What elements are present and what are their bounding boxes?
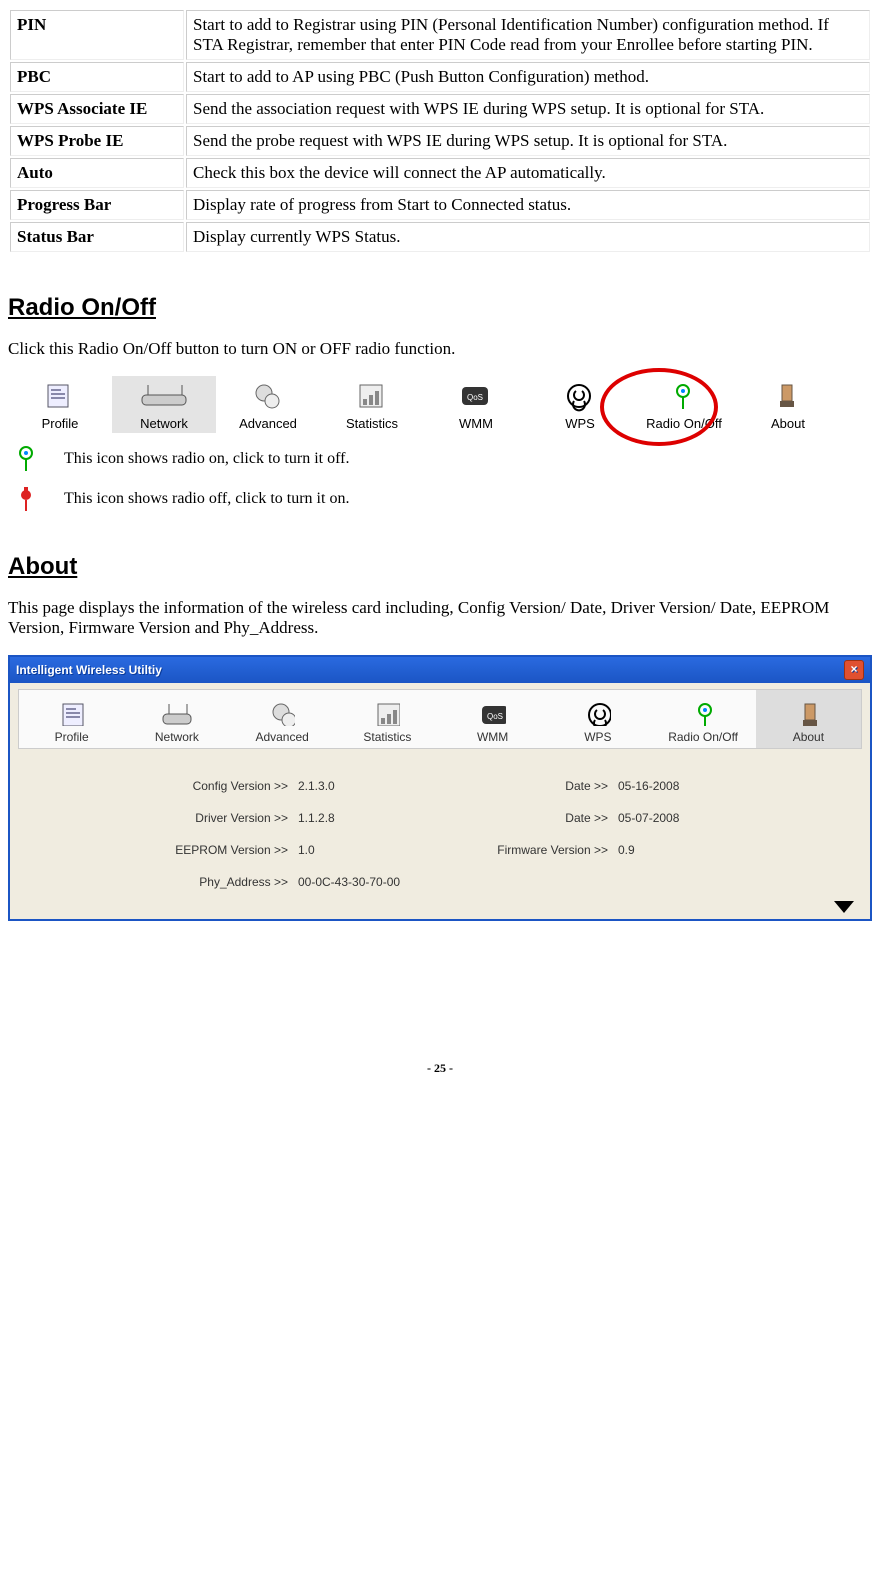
toolbar-item-network[interactable]: Network (112, 376, 216, 433)
about-icon (738, 380, 838, 414)
profile-icon (21, 696, 122, 730)
wps-icon (530, 380, 630, 414)
wmm-icon: QoS (442, 696, 543, 730)
about-label: Date >> (438, 779, 618, 793)
toolbar-item-wps[interactable]: WPS (528, 376, 632, 433)
statistics-icon (337, 696, 438, 730)
tab-statistics[interactable]: Statistics (335, 690, 440, 748)
tab-profile[interactable]: Profile (19, 690, 124, 748)
expand-arrow-icon[interactable] (834, 901, 854, 913)
about-label: Firmware Version >> (438, 843, 618, 857)
wmm-icon: QoS (426, 380, 526, 414)
table-row: WPS Probe IESend the probe request with … (10, 126, 870, 156)
toolbar-item-radio-on-off[interactable]: Radio On/Off (632, 376, 736, 433)
about-toolbar: ProfileNetworkAdvancedStatisticsQoSWMMWP… (18, 689, 862, 749)
about-value: 0.9 (618, 843, 758, 857)
term-cell: PBC (10, 62, 184, 92)
about-intro: This page displays the information of th… (8, 598, 872, 638)
toolbar-item-statistics[interactable]: Statistics (320, 376, 424, 433)
toolbar-item-wmm[interactable]: QoSWMM (424, 376, 528, 433)
network-icon (114, 380, 214, 414)
about-window: Intelligent Wireless Utiltiy × ProfileNe… (8, 655, 872, 921)
term-cell: WPS Probe IE (10, 126, 184, 156)
advanced-icon (218, 380, 318, 414)
radio-off-icon (8, 485, 44, 513)
about-heading: About (8, 553, 872, 581)
about-value: 1.1.2.8 (298, 811, 438, 825)
radio-on-off-icon (634, 380, 734, 414)
term-cell: Progress Bar (10, 190, 184, 220)
about-value: 05-07-2008 (618, 811, 758, 825)
term-cell: WPS Associate IE (10, 94, 184, 124)
table-row: AutoCheck this box the device will conne… (10, 158, 870, 188)
desc-cell: Display currently WPS Status. (186, 222, 870, 252)
page-number: - 25 - (8, 1061, 872, 1076)
svg-text:QoS: QoS (467, 393, 483, 402)
statistics-icon (322, 380, 422, 414)
tab-wmm[interactable]: QoSWMM (440, 690, 545, 748)
table-row: Progress BarDisplay rate of progress fro… (10, 190, 870, 220)
profile-icon (10, 380, 110, 414)
desc-cell: Start to add to AP using PBC (Push Butto… (186, 62, 870, 92)
table-row: Status BarDisplay currently WPS Status. (10, 222, 870, 252)
about-label (438, 875, 618, 889)
toolbar-item-profile[interactable]: Profile (8, 376, 112, 433)
about-label: Date >> (438, 811, 618, 825)
radio-intro: Click this Radio On/Off button to turn O… (8, 339, 872, 359)
svg-text:QoS: QoS (487, 712, 503, 721)
tab-radio-on-off[interactable]: Radio On/Off (651, 690, 756, 748)
window-title: Intelligent Wireless Utiltiy (16, 663, 162, 677)
term-cell: Status Bar (10, 222, 184, 252)
about-label: Driver Version >> (98, 811, 298, 825)
legend-on-text: This icon shows radio on, click to turn … (64, 450, 349, 468)
about-value: 2.1.3.0 (298, 779, 438, 793)
tab-advanced[interactable]: Advanced (230, 690, 335, 748)
desc-cell: Display rate of progress from Start to C… (186, 190, 870, 220)
titlebar: Intelligent Wireless Utiltiy × (10, 657, 870, 683)
about-label: EEPROM Version >> (98, 843, 298, 857)
about-icon (758, 696, 859, 730)
tab-wps[interactable]: WPS (545, 690, 650, 748)
about-value (618, 875, 758, 889)
radio-on-off-icon (653, 696, 754, 730)
radio-toolbar-image: ProfileNetworkAdvancedStatisticsQoSWMMWP… (8, 376, 872, 433)
about-value: 05-16-2008 (618, 779, 758, 793)
tab-about[interactable]: About (756, 690, 861, 748)
close-icon[interactable]: × (844, 660, 864, 680)
toolbar-item-about[interactable]: About (736, 376, 840, 433)
radio-heading: Radio On/Off (8, 294, 872, 322)
desc-cell: Send the association request with WPS IE… (186, 94, 870, 124)
definitions-table: PINStart to add to Registrar using PIN (… (8, 8, 872, 254)
table-row: WPS Associate IESend the association req… (10, 94, 870, 124)
legend-radio-on: This icon shows radio on, click to turn … (8, 445, 872, 473)
toolbar-item-advanced[interactable]: Advanced (216, 376, 320, 433)
about-value: 1.0 (298, 843, 438, 857)
table-row: PBCStart to add to AP using PBC (Push Bu… (10, 62, 870, 92)
about-value: 00-0C-43-30-70-00 (298, 875, 438, 889)
tab-network[interactable]: Network (124, 690, 229, 748)
table-row: PINStart to add to Registrar using PIN (… (10, 10, 870, 60)
desc-cell: Send the probe request with WPS IE durin… (186, 126, 870, 156)
term-cell: PIN (10, 10, 184, 60)
network-icon (126, 696, 227, 730)
desc-cell: Check this box the device will connect t… (186, 158, 870, 188)
radio-on-icon (8, 445, 44, 473)
about-info-grid: Config Version >>2.1.3.0Date >>05-16-200… (98, 779, 862, 889)
wps-icon (547, 696, 648, 730)
desc-cell: Start to add to Registrar using PIN (Per… (186, 10, 870, 60)
advanced-icon (232, 696, 333, 730)
legend-radio-off: This icon shows radio off, click to turn… (8, 485, 872, 513)
about-label: Phy_Address >> (98, 875, 298, 889)
term-cell: Auto (10, 158, 184, 188)
legend-off-text: This icon shows radio off, click to turn… (64, 490, 349, 508)
about-label: Config Version >> (98, 779, 298, 793)
